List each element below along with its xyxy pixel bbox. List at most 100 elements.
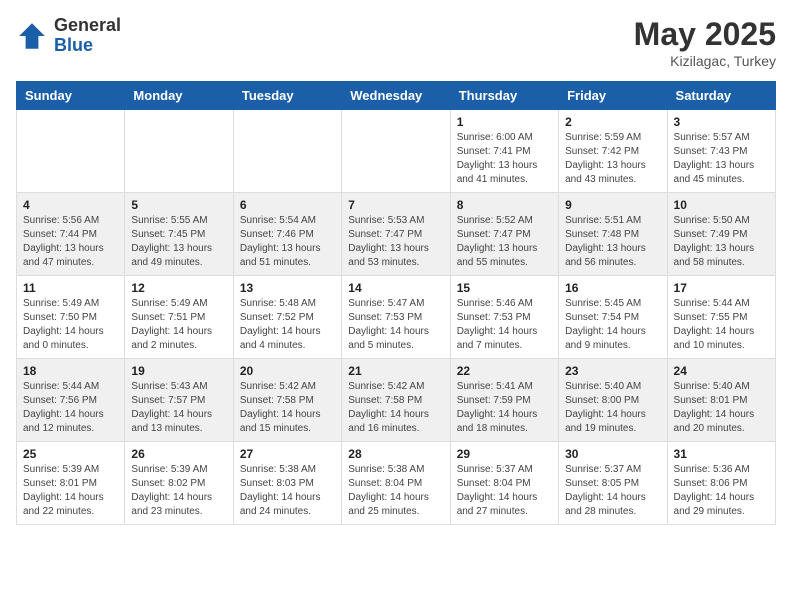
day-info: Sunrise: 5:50 AMSunset: 7:49 PMDaylight:… (674, 214, 769, 270)
table-row: 20Sunrise: 5:42 AMSunset: 7:58 PMDayligh… (233, 359, 341, 442)
table-row: 8Sunrise: 5:52 AMSunset: 7:47 PMDaylight… (450, 193, 558, 276)
day-number: 28 (348, 447, 443, 461)
month-year-title: May 2025 (634, 16, 776, 53)
table-row: 11 Sunrise: 5:49 AMSunset: 7:50 PMDayligh… (17, 276, 125, 359)
logo-general-text: General (54, 16, 121, 36)
table-row: 22 Sunrise: 5:41 AMSunset: 7:59 PMDayligh… (450, 359, 558, 442)
table-row: 19Sunrise: 5:43 AMSunset: 7:57 PMDayligh… (125, 359, 233, 442)
day-info: Sunrise: 5:37 AMSunset: 8:04 PMDaylight:… (457, 463, 552, 519)
table-row: 31Sunrise: 5:36 AMSunset: 8:06 PMDayligh… (667, 442, 775, 525)
col-header-tuesday: Tuesday (233, 82, 341, 110)
table-row: 21Sunrise: 5:42 AMSunset: 7:58 PMDayligh… (342, 359, 450, 442)
table-row: 18Sunrise: 5:44 AMSunset: 7:56 PMDayligh… (17, 359, 125, 442)
day-number: 6 (240, 198, 335, 212)
day-number: 24 (674, 364, 769, 378)
day-info: Sunrise: 5:45 AMSunset: 7:54 PMDaylight:… (565, 297, 660, 353)
day-info: Sunrise: 5:49 AMSunset: 7:51 PMDaylight:… (131, 297, 226, 353)
table-row (17, 110, 125, 193)
day-number: 25 (23, 447, 118, 461)
calendar-week-row: 25 Sunrise: 5:39 AMSunset: 8:01 PMDayligh… (17, 442, 776, 525)
table-row: 10 Sunrise: 5:50 AMSunset: 7:49 PMDayligh… (667, 193, 775, 276)
day-number: 10 (674, 198, 769, 212)
title-block: May 2025 Kizilagac, Turkey (634, 16, 776, 69)
table-row: 15 Sunrise: 5:46 AMSunset: 7:53 PMDayligh… (450, 276, 558, 359)
day-info: Sunrise: 5:39 AMSunset: 8:01 PMDaylight:… (23, 463, 118, 519)
table-row (233, 110, 341, 193)
day-number: 11 (23, 281, 118, 295)
day-number: 18 (23, 364, 118, 378)
day-info: Sunrise: 5:52 AMSunset: 7:47 PMDaylight:… (457, 214, 552, 270)
day-number: 15 (457, 281, 552, 295)
col-header-friday: Friday (559, 82, 667, 110)
calendar-table: Sunday Monday Tuesday Wednesday Thursday… (16, 81, 776, 525)
day-info: Sunrise: 5:54 AMSunset: 7:46 PMDaylight:… (240, 214, 335, 270)
table-row: 27Sunrise: 5:38 AMSunset: 8:03 PMDayligh… (233, 442, 341, 525)
table-row (125, 110, 233, 193)
day-info: Sunrise: 5:42 AMSunset: 7:58 PMDaylight:… (348, 380, 443, 436)
day-info: Sunrise: 5:41 AMSunset: 7:59 PMDaylight:… (457, 380, 552, 436)
day-info: Sunrise: 5:38 AMSunset: 8:04 PMDaylight:… (348, 463, 443, 519)
calendar-week-row: 18Sunrise: 5:44 AMSunset: 7:56 PMDayligh… (17, 359, 776, 442)
table-row: 13 Sunrise: 5:48 AMSunset: 7:52 PMDayligh… (233, 276, 341, 359)
col-header-thursday: Thursday (450, 82, 558, 110)
day-info: Sunrise: 5:56 AMSunset: 7:44 PMDaylight:… (23, 214, 118, 270)
day-number: 3 (674, 115, 769, 129)
table-row: 16 Sunrise: 5:45 AMSunset: 7:54 PMDayligh… (559, 276, 667, 359)
day-info: Sunrise: 5:40 AMSunset: 8:01 PMDaylight:… (674, 380, 769, 436)
day-info: Sunrise: 5:39 AMSunset: 8:02 PMDaylight:… (131, 463, 226, 519)
table-row: 25 Sunrise: 5:39 AMSunset: 8:01 PMDayligh… (17, 442, 125, 525)
day-info: Sunrise: 5:51 AMSunset: 7:48 PMDaylight:… (565, 214, 660, 270)
day-number: 14 (348, 281, 443, 295)
day-number: 13 (240, 281, 335, 295)
day-number: 22 (457, 364, 552, 378)
day-number: 9 (565, 198, 660, 212)
day-info: Sunrise: 5:44 AMSunset: 7:55 PMDaylight:… (674, 297, 769, 353)
table-row: 7Sunrise: 5:53 AMSunset: 7:47 PMDaylight… (342, 193, 450, 276)
table-row: 26 Sunrise: 5:39 AMSunset: 8:02 PMDayligh… (125, 442, 233, 525)
table-row (342, 110, 450, 193)
day-number: 31 (674, 447, 769, 461)
calendar-header-row: Sunday Monday Tuesday Wednesday Thursday… (17, 82, 776, 110)
table-row: 9 Sunrise: 5:51 AMSunset: 7:48 PMDaylight… (559, 193, 667, 276)
logo: General Blue (16, 16, 121, 56)
table-row: 6 Sunrise: 5:54 AMSunset: 7:46 PMDaylight… (233, 193, 341, 276)
day-info: Sunrise: 5:43 AMSunset: 7:57 PMDaylight:… (131, 380, 226, 436)
day-number: 17 (674, 281, 769, 295)
day-number: 1 (457, 115, 552, 129)
logo-text: General Blue (54, 16, 121, 56)
location-subtitle: Kizilagac, Turkey (634, 53, 776, 69)
day-number: 23 (565, 364, 660, 378)
day-info: Sunrise: 5:59 AMSunset: 7:42 PMDaylight:… (565, 131, 660, 187)
table-row: 17 Sunrise: 5:44 AMSunset: 7:55 PMDayligh… (667, 276, 775, 359)
table-row: 28 Sunrise: 5:38 AMSunset: 8:04 PMDayligh… (342, 442, 450, 525)
page-header: General Blue May 2025 Kizilagac, Turkey (16, 16, 776, 69)
day-number: 30 (565, 447, 660, 461)
day-info: Sunrise: 5:42 AMSunset: 7:58 PMDaylight:… (240, 380, 335, 436)
col-header-sunday: Sunday (17, 82, 125, 110)
col-header-monday: Monday (125, 82, 233, 110)
day-number: 29 (457, 447, 552, 461)
day-number: 5 (131, 198, 226, 212)
table-row: 12Sunrise: 5:49 AMSunset: 7:51 PMDayligh… (125, 276, 233, 359)
day-info: Sunrise: 5:49 AMSunset: 7:50 PMDaylight:… (23, 297, 118, 353)
day-number: 26 (131, 447, 226, 461)
col-header-wednesday: Wednesday (342, 82, 450, 110)
table-row: 30Sunrise: 5:37 AMSunset: 8:05 PMDayligh… (559, 442, 667, 525)
day-info: Sunrise: 5:46 AMSunset: 7:53 PMDaylight:… (457, 297, 552, 353)
logo-blue-text: Blue (54, 36, 121, 56)
day-info: Sunrise: 5:47 AMSunset: 7:53 PMDaylight:… (348, 297, 443, 353)
table-row: 23 Sunrise: 5:40 AMSunset: 8:00 PMDayligh… (559, 359, 667, 442)
table-row: 4Sunrise: 5:56 AMSunset: 7:44 PMDaylight… (17, 193, 125, 276)
col-header-saturday: Saturday (667, 82, 775, 110)
table-row: 2Sunrise: 5:59 AMSunset: 7:42 PMDaylight… (559, 110, 667, 193)
logo-icon (16, 20, 48, 52)
day-info: Sunrise: 5:55 AMSunset: 7:45 PMDaylight:… (131, 214, 226, 270)
day-info: Sunrise: 5:38 AMSunset: 8:03 PMDaylight:… (240, 463, 335, 519)
day-info: Sunrise: 5:48 AMSunset: 7:52 PMDaylight:… (240, 297, 335, 353)
table-row: 29 Sunrise: 5:37 AMSunset: 8:04 PMDayligh… (450, 442, 558, 525)
calendar-week-row: 1Sunrise: 6:00 AMSunset: 7:41 PMDaylight… (17, 110, 776, 193)
table-row: 24 Sunrise: 5:40 AMSunset: 8:01 PMDayligh… (667, 359, 775, 442)
calendar-week-row: 4Sunrise: 5:56 AMSunset: 7:44 PMDaylight… (17, 193, 776, 276)
day-number: 16 (565, 281, 660, 295)
day-info: Sunrise: 5:40 AMSunset: 8:00 PMDaylight:… (565, 380, 660, 436)
